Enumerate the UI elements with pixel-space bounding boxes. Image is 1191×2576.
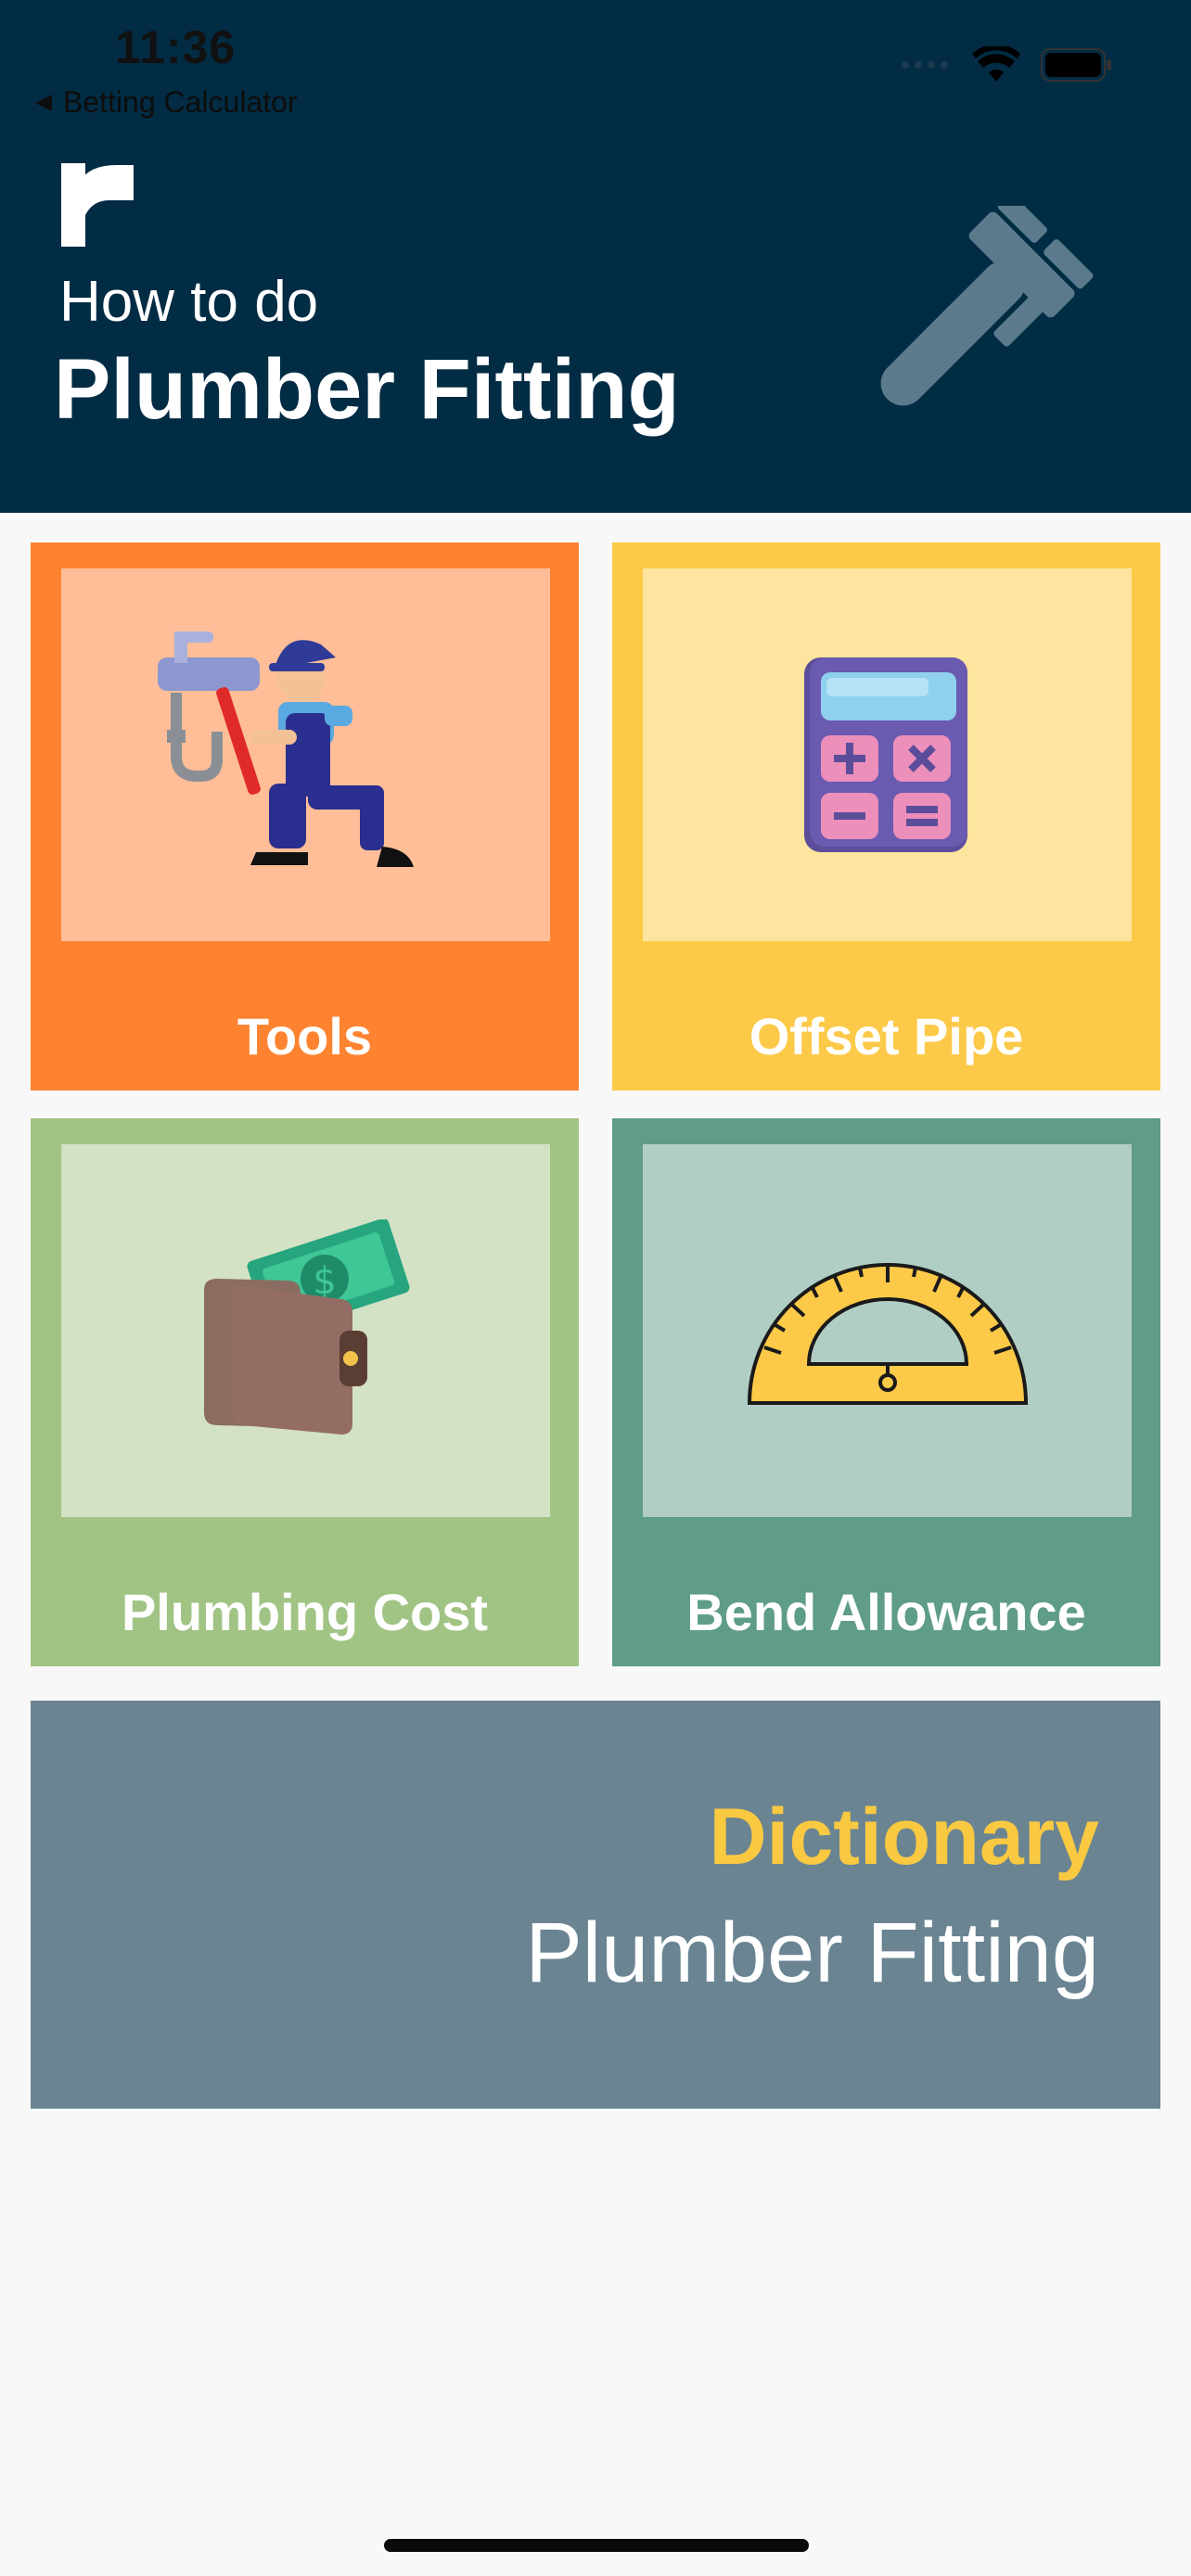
- wrench-icon: [880, 206, 1094, 406]
- signal-icon: [902, 61, 948, 69]
- tools-tile-image: [61, 568, 550, 941]
- bend-allowance-label: Bend Allowance: [686, 1583, 1086, 1641]
- home-indicator[interactable]: [384, 2539, 809, 2552]
- protractor-icon: [747, 1263, 1028, 1405]
- back-link-label: Betting Calculator: [63, 85, 298, 119]
- wallet-money-icon: $: [203, 1219, 410, 1435]
- wifi-icon: [972, 46, 1020, 82]
- page-title: Plumber Fitting: [54, 342, 680, 437]
- plumbing-cost-tile[interactable]: $ Plumbing Cost: [31, 1118, 579, 1666]
- dictionary-subtitle: Plumber Fitting: [525, 1906, 1099, 2000]
- bend-allowance-tile[interactable]: Bend Allowance: [612, 1118, 1160, 1666]
- app-header: 11:36 Betting Calculator How to do Plumb…: [0, 0, 1191, 513]
- dictionary-banner[interactable]: Dictionary Plumber Fitting: [31, 1701, 1160, 2109]
- plumber-with-wrench-icon: [157, 631, 414, 867]
- offset-pipe-label: Offset Pipe: [749, 1007, 1024, 1065]
- plumbing-cost-tile-image: $: [61, 1144, 550, 1517]
- status-time: 11:36: [115, 21, 237, 73]
- bend-allowance-tile-image: [643, 1144, 1132, 1517]
- status-icons: [900, 46, 1113, 83]
- plumbing-cost-label: Plumbing Cost: [121, 1583, 489, 1641]
- back-arrow-icon: [35, 94, 52, 111]
- back-to-app-link[interactable]: Betting Calculator: [33, 85, 298, 120]
- offset-pipe-tile-image: [643, 568, 1132, 941]
- header-subtitle: How to do: [59, 270, 319, 334]
- calculator-icon: [803, 657, 967, 852]
- offset-pipe-tile[interactable]: Offset Pipe: [612, 542, 1160, 1090]
- dictionary-title: Dictionary: [709, 1792, 1099, 1881]
- tools-tile[interactable]: Tools: [31, 542, 579, 1090]
- tools-label: Tools: [237, 1007, 373, 1065]
- battery-icon: [1041, 48, 1111, 82]
- r-logo-icon: [61, 163, 134, 247]
